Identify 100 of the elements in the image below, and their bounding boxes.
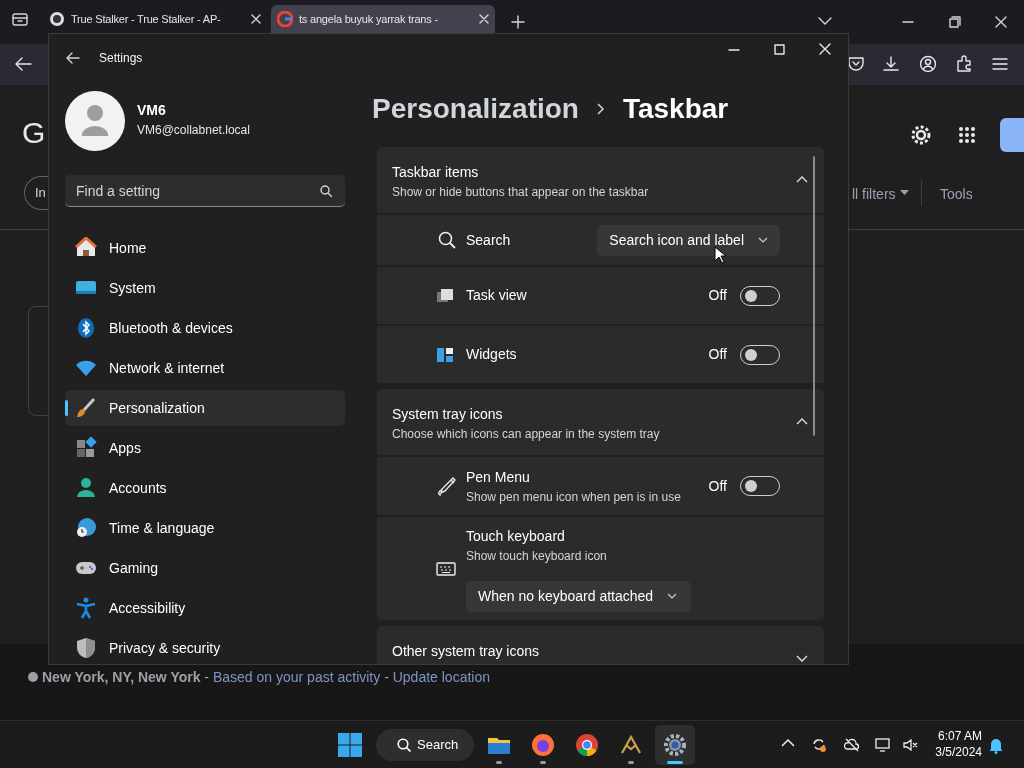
- logo-letter: G: [22, 115, 46, 151]
- monitor-icon[interactable]: [875, 737, 891, 753]
- tab-title: ts angela buyuk yarrak trans -: [299, 11, 439, 27]
- breadcrumb-item: Taskbar: [622, 92, 729, 126]
- section-header[interactable]: System tray icons Choose which icons can appear in the system tray: [377, 389, 824, 455]
- nav-item[interactable]: Bluetooth & devices: [65, 310, 345, 346]
- nav-item[interactable]: Accounts: [65, 470, 345, 506]
- back-arrow-icon[interactable]: [66, 52, 80, 64]
- restore-icon[interactable]: [949, 16, 961, 28]
- all-filters-link[interactable]: ll filters: [852, 184, 896, 205]
- breadcrumb-item[interactable]: Personalization: [372, 88, 579, 130]
- speaker-muted-icon[interactable]: [902, 737, 918, 753]
- section-subtitle: Show or hide buttons that appear on the taskbar: [392, 184, 650, 201]
- location-text: New York, NY, New York - Based on your past activity - Update location: [42, 667, 490, 687]
- bell-icon[interactable]: [988, 736, 1004, 754]
- chevron-right-icon: [596, 103, 605, 115]
- account-icon[interactable]: [919, 55, 937, 73]
- nav-item[interactable]: Privacy & security: [65, 630, 345, 664]
- toggle-state-text: Off: [708, 286, 727, 305]
- nav-item[interactable]: Home: [65, 230, 345, 266]
- browser-tab[interactable]: True Stalker - True Stalker - AP-: [43, 5, 267, 33]
- chrome-icon: [575, 733, 599, 757]
- paintbrush-icon: [75, 397, 97, 419]
- chevron-down-icon[interactable]: [818, 17, 832, 25]
- accessibility-icon: [75, 597, 97, 619]
- menu-icon[interactable]: [991, 55, 1009, 73]
- setting-label: Task view: [466, 286, 528, 305]
- sync-icon[interactable]: [811, 737, 827, 753]
- setting-label: Touch keyboard: [466, 526, 566, 546]
- window-title: Settings: [99, 50, 143, 67]
- chevron-up-icon[interactable]: [796, 176, 808, 183]
- setting-label: Widgets: [466, 345, 518, 364]
- location-link[interactable]: Update location: [392, 668, 490, 685]
- extensions-icon[interactable]: [955, 55, 973, 73]
- toggle-state-text: Off: [708, 345, 727, 364]
- taskbar-app-button[interactable]: [655, 725, 695, 765]
- section-title: System tray icons: [392, 405, 504, 424]
- bluetooth-icon: [75, 317, 97, 339]
- apps-grid-icon[interactable]: [958, 126, 976, 144]
- cloud-off-icon[interactable]: [844, 737, 860, 753]
- section-header[interactable]: Taskbar items Show or hide buttons that appear on the taskbar: [377, 147, 824, 213]
- download-icon[interactable]: [882, 55, 900, 73]
- search-icon: [397, 738, 411, 752]
- nav-item[interactable]: Accessibility: [65, 590, 345, 626]
- house-icon: [75, 237, 97, 259]
- chevron-down-icon: [667, 593, 678, 599]
- dropdown[interactable]: When no keyboard attached: [466, 580, 691, 612]
- setting-label: Search: [466, 230, 512, 250]
- close-icon[interactable]: [251, 14, 261, 24]
- keyboard-icon: [436, 561, 456, 576]
- close-icon[interactable]: [819, 43, 831, 55]
- maximize-icon[interactable]: [774, 44, 785, 55]
- gear-icon: [663, 733, 687, 757]
- nav-item[interactable]: Personalization: [65, 390, 345, 426]
- person-icon: [75, 477, 97, 499]
- chevron-down-icon: [758, 237, 768, 243]
- section-title: Taskbar items: [392, 163, 480, 182]
- nav-item[interactable]: Apps: [65, 430, 345, 466]
- dropdown[interactable]: Search icon and label: [597, 224, 780, 256]
- search-icon: [320, 185, 332, 197]
- section-header[interactable]: Other system tray icons: [377, 626, 824, 664]
- setting-label: Pen Menu: [466, 467, 531, 487]
- user-email: VM6@collabnet.local: [137, 121, 250, 139]
- tab-title: True Stalker - True Stalker - AP-: [71, 11, 222, 27]
- minimize-icon[interactable]: [902, 21, 914, 23]
- g-logo-icon: [277, 11, 293, 27]
- setting-description: Show pen menu icon when pen is in use: [466, 488, 682, 506]
- tab-list-icon[interactable]: [11, 11, 29, 27]
- close-icon[interactable]: [479, 14, 489, 24]
- shield-icon: [75, 637, 97, 659]
- minimize-icon[interactable]: [728, 49, 740, 51]
- task-view-icon: [436, 287, 454, 304]
- caret-icon: [900, 190, 909, 195]
- pocket-icon[interactable]: [847, 55, 865, 73]
- nav-item[interactable]: Network & internet: [65, 350, 345, 386]
- close-icon[interactable]: [995, 16, 1007, 28]
- chevron-up-icon[interactable]: [796, 418, 808, 425]
- clock[interactable]: 6:07 AM 3/5/2024: [930, 728, 982, 760]
- widgets-icon: [436, 346, 454, 363]
- settings-icon[interactable]: [910, 124, 932, 146]
- location-link[interactable]: Based on your past activity: [212, 668, 381, 685]
- chevron-down-icon[interactable]: [796, 655, 808, 662]
- mouse-pointer-icon: [714, 246, 726, 264]
- taskbar-search-button[interactable]: Search: [376, 729, 474, 761]
- scrollbar[interactable]: [813, 156, 815, 436]
- location-dot-icon: [28, 672, 38, 682]
- nav-item[interactable]: Time & language: [65, 510, 345, 546]
- tools-link[interactable]: Tools: [940, 184, 973, 205]
- section-title: Other system tray icons: [392, 642, 541, 661]
- globe-clock-icon: [75, 517, 97, 539]
- browser-tab[interactable]: ts angela buyuk yarrak trans -: [271, 5, 495, 33]
- plus-icon[interactable]: [511, 15, 525, 29]
- windows-start-icon[interactable]: [338, 733, 362, 757]
- pen-icon: [436, 475, 458, 497]
- back-arrow-icon[interactable]: [14, 56, 32, 72]
- nav-item[interactable]: System: [65, 270, 345, 306]
- search-field[interactable]: Find a setting: [65, 175, 345, 207]
- avatar-icon: [65, 91, 125, 151]
- section-subtitle: Choose which icons can appear in the system tray: [392, 426, 661, 443]
- nav-item[interactable]: Gaming: [65, 550, 345, 586]
